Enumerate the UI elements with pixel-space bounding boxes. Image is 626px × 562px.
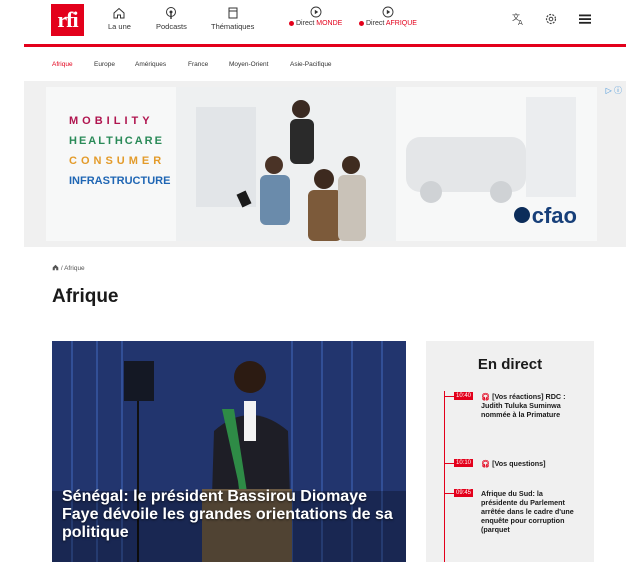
live-item-time: 10:40 <box>454 392 474 400</box>
hero-article[interactable]: Sénégal: le président Bassirou Diomaye F… <box>52 341 406 562</box>
podcast-icon <box>166 7 177 19</box>
live-name: MONDE <box>316 20 343 27</box>
breadcrumb-current: Afrique <box>64 265 85 272</box>
headphones-icon: 🎧︎ <box>481 392 493 401</box>
play-circle-icon <box>310 6 322 18</box>
region-nav: Afrique Europe Amériques France Moyen-Or… <box>0 47 626 81</box>
headphones-icon: 🎧︎ <box>481 459 493 468</box>
live-item-text: [Vos questions] <box>492 459 546 468</box>
live-item-time: 10:10 <box>454 459 474 467</box>
menu-icon[interactable] <box>578 12 592 26</box>
live-panel: En direct 10:40 🎧︎ [Vos réactions] RDC :… <box>426 341 594 562</box>
play-circle-icon <box>382 6 394 18</box>
home-icon <box>113 7 125 19</box>
live-item-text: [Vos réactions] RDC : Judith Tuluka Sumi… <box>481 392 566 419</box>
cfao-mark-icon <box>513 207 530 224</box>
region-tab-moyen-orient[interactable]: Moyen-Orient <box>229 61 268 68</box>
breadcrumb: / Afrique <box>52 264 85 272</box>
live-prefix: Direct <box>296 20 315 27</box>
ad-banner[interactable]: MOBILITY HEALTHCARE CONSUMER INFRASTRUCT… <box>46 87 597 241</box>
ad-word: HEALTHCARE <box>69 135 164 147</box>
svg-text:A: A <box>518 19 523 26</box>
adchoices-icon[interactable]: ▷ ⓘ <box>606 85 622 96</box>
page-title: Afrique <box>52 286 119 307</box>
rfi-logo[interactable]: rfi <box>51 4 84 36</box>
ad-banner-container: MOBILITY HEALTHCARE CONSUMER INFRASTRUCT… <box>24 81 626 247</box>
breadcrumb-sep: / <box>60 265 63 272</box>
live-panel-title: En direct <box>477 356 543 373</box>
cfao-logo: cfao <box>513 203 577 229</box>
region-tab-ameriques[interactable]: Amériques <box>135 61 166 68</box>
timeline-tick <box>444 493 454 494</box>
ad-word: CONSUMER <box>69 155 166 167</box>
ad-word: MOBILITY <box>69 115 154 127</box>
hero-headline[interactable]: Sénégal: le président Bassirou Diomaye F… <box>62 488 397 542</box>
ad-word: INFRASTRUCTURE <box>69 175 171 187</box>
live-dot <box>289 20 294 26</box>
nav-label: La une <box>108 22 131 31</box>
translate-icon[interactable]: 文 A <box>512 12 526 26</box>
home-icon[interactable] <box>52 264 59 271</box>
direct-monde-button[interactable]: Direct MONDE <box>289 6 342 27</box>
ad-keywords: MOBILITY HEALTHCARE CONSUMER INFRASTRUCT… <box>69 111 170 191</box>
region-tab-afrique[interactable]: Afrique <box>52 61 73 68</box>
region-tab-asie-pacifique[interactable]: Asie-Pacifique <box>290 61 332 68</box>
top-header: rfi La une Podcasts Thématiques Direct M… <box>0 0 626 44</box>
live-name: AFRIQUE <box>385 20 417 27</box>
bookmark-icon <box>228 7 238 19</box>
nav-label: Podcasts <box>156 22 187 31</box>
nav-la-une[interactable]: La une <box>108 6 131 31</box>
live-dot <box>359 20 364 26</box>
region-tab-france[interactable]: France <box>188 61 208 68</box>
timeline-tick <box>444 396 454 397</box>
nav-label: Thématiques <box>211 22 255 31</box>
live-item-text: Afrique du Sud: la présidente du Parleme… <box>481 489 574 534</box>
nav-thematiques[interactable]: Thématiques <box>211 6 254 31</box>
region-tab-europe[interactable]: Europe <box>94 61 115 68</box>
live-item-time: 09:45 <box>454 489 474 497</box>
gear-icon[interactable] <box>544 12 558 26</box>
live-timeline <box>444 391 445 562</box>
cfao-brand: cfao <box>531 203 577 228</box>
direct-afrique-button[interactable]: Direct AFRIQUE <box>359 6 417 27</box>
timeline-tick <box>444 463 454 464</box>
live-prefix: Direct <box>366 20 385 27</box>
nav-podcasts[interactable]: Podcasts <box>156 6 187 31</box>
